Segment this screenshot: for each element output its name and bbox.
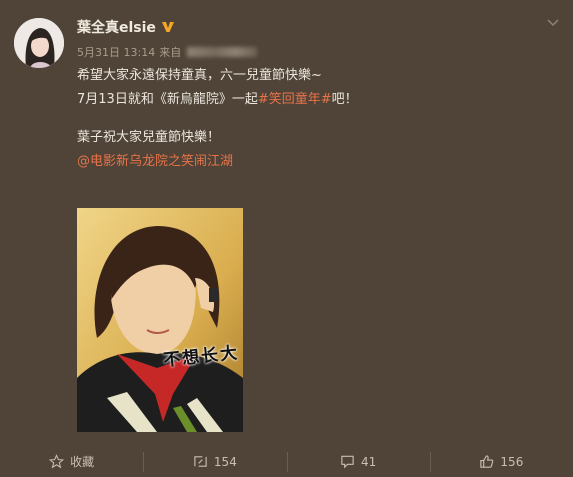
favorite-label: 收藏 xyxy=(70,455,95,469)
like-button[interactable]: 156 xyxy=(429,446,573,477)
post-line-2-text: 7月13日就和《新烏龍院》一起 xyxy=(77,92,258,107)
post-line-2: 7月13日就和《新烏龍院》一起#笑回童年#吧！ xyxy=(77,88,547,112)
post-line-3: 葉子祝大家兒童節快樂！ xyxy=(77,130,221,145)
hashtag-link[interactable]: #笑回童年# xyxy=(258,92,332,107)
post-meta: 5月31日 13:14 来自 xyxy=(77,44,258,60)
avatar[interactable] xyxy=(14,18,64,68)
post-line-1: 希望大家永遠保持童真，六一兒童節快樂~ xyxy=(77,68,322,83)
blurred-source xyxy=(187,47,258,57)
post-source-prefix: 来自 xyxy=(159,46,182,59)
star-icon xyxy=(48,454,65,469)
repost-count: 154 xyxy=(213,454,237,469)
verified-badge-icon xyxy=(161,20,175,34)
author-name-text[interactable]: 葉全真elsie xyxy=(77,17,156,37)
comment-button[interactable]: 41 xyxy=(286,446,430,477)
post-line-2-end: 吧！ xyxy=(331,92,358,107)
author-name[interactable]: 葉全真elsie xyxy=(77,17,175,37)
thumbs-up-icon xyxy=(479,454,494,469)
comment-icon xyxy=(340,454,355,469)
repost-icon xyxy=(193,454,208,469)
comment-count: 41 xyxy=(360,454,377,469)
post-text: 希望大家永遠保持童真，六一兒童節快樂~ 7月13日就和《新烏龍院》一起#笑回童年… xyxy=(77,64,547,174)
repost-button[interactable]: 154 xyxy=(143,446,286,477)
post-date[interactable]: 5月31日 13:14 xyxy=(77,44,155,60)
mention-link[interactable]: @电影新乌龙院之笑闹江湖 xyxy=(77,150,547,174)
weibo-post-card: 葉全真elsie 5月31日 13:14 来自 希望大家永遠保持童真，六一兒童節… xyxy=(0,0,573,477)
action-bar: 收藏 154 41 156 xyxy=(0,446,573,477)
chevron-down-icon[interactable] xyxy=(545,14,561,30)
post-photo[interactable]: 不想长大 xyxy=(77,208,243,432)
like-count: 156 xyxy=(500,454,524,469)
favorite-button[interactable]: 收藏 xyxy=(0,446,143,477)
